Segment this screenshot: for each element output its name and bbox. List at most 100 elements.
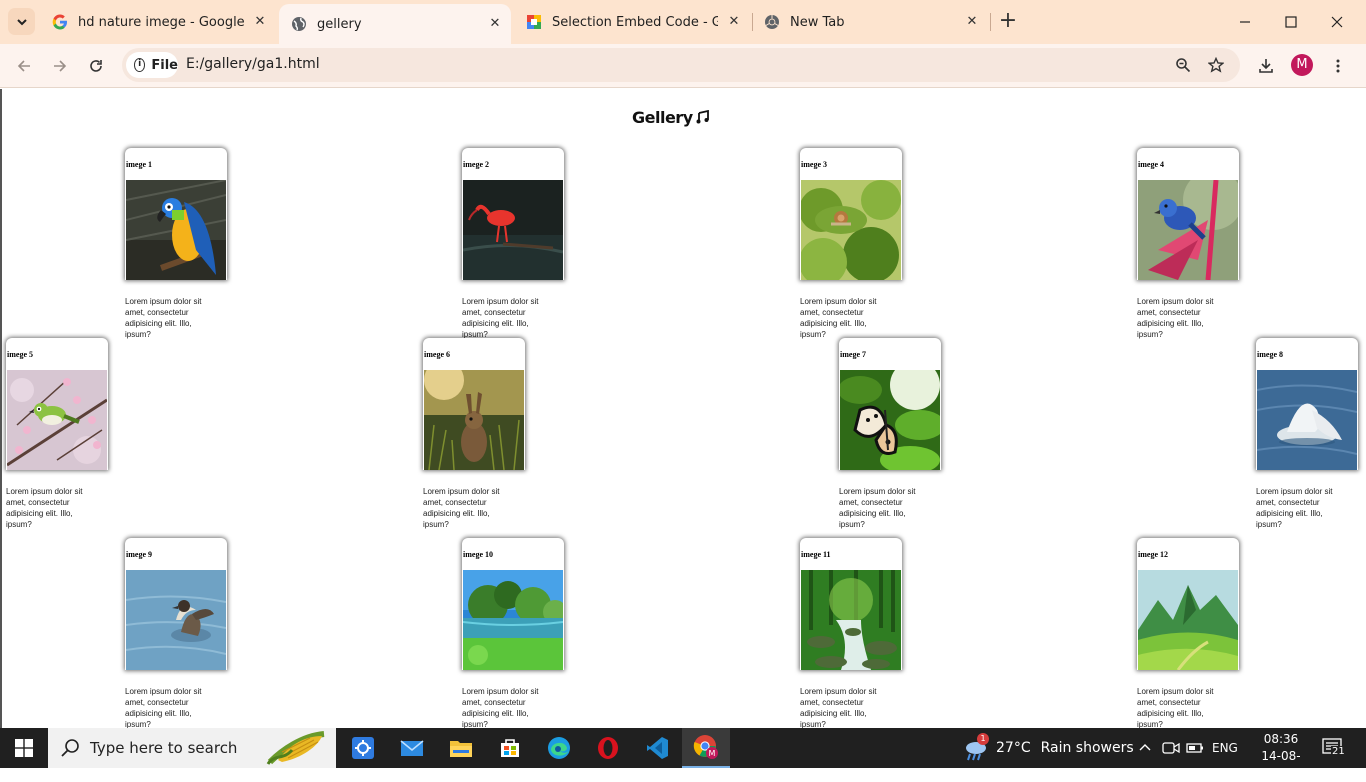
tray-meet-button[interactable] [1162, 728, 1180, 768]
tab-search-button[interactable] [8, 8, 35, 35]
google-g-icon [52, 14, 67, 30]
card-frame: imege 12 [1137, 538, 1239, 670]
url-text[interactable]: E:/gallery/ga1.html [186, 56, 320, 72]
card-caption: imege 6 [424, 350, 450, 359]
forward-button[interactable] [46, 52, 74, 80]
card-description: Lorem ipsum dolor sit amet, consectetur … [1256, 487, 1333, 529]
chevron-down-icon [16, 18, 27, 25]
taskbar-app-file-explorer[interactable] [437, 728, 485, 768]
magnifier-icon [1176, 58, 1191, 73]
taskbar-app-chrome[interactable]: M [682, 728, 730, 768]
gallery-card: imege 10 Lorem ipsum dolor sit amet, cons… [462, 538, 564, 728]
card-frame: imege 9 [125, 538, 227, 670]
card-caption: imege 11 [801, 550, 831, 559]
taskbar-search-box[interactable]: Type here to search [48, 728, 336, 768]
tray-language[interactable]: ENG [1212, 728, 1238, 768]
file-explorer-icon [450, 741, 472, 757]
profile-avatar[interactable]: M [1291, 54, 1313, 76]
taskbar-app-vscode[interactable] [633, 728, 681, 768]
reload-button[interactable] [82, 52, 110, 80]
arrow-left-icon [17, 60, 30, 72]
site-info-chip[interactable]: i File [126, 52, 178, 78]
tab-strip: hd nature imege - Google Sear ✕ gellery … [0, 0, 1366, 44]
card-description: Lorem ipsum dolor sit amet, consectetur … [839, 487, 916, 529]
card-image-rabbit [424, 360, 524, 470]
close-icon[interactable]: ✕ [252, 14, 268, 30]
card-description: Lorem ipsum dolor sit amet, consectetur … [1137, 687, 1214, 728]
google-workspace-icon [527, 15, 541, 29]
menu-button[interactable] [1324, 52, 1352, 80]
clock-time: 08:36 [1263, 732, 1299, 746]
card-image-bluebird [1138, 170, 1239, 280]
minimize-button[interactable] [1222, 0, 1268, 44]
card-frame: imege 7 [839, 338, 941, 470]
notification-center-button[interactable]: 21 [1322, 738, 1346, 758]
maximize-icon [1285, 16, 1297, 28]
close-icon[interactable]: ✕ [487, 16, 503, 32]
zoom-button[interactable] [1172, 54, 1194, 76]
download-icon [1259, 59, 1273, 73]
card-description: Lorem ipsum dolor sit amet, consectetur … [125, 297, 202, 339]
close-icon[interactable]: ✕ [964, 14, 980, 30]
tab-google-search[interactable]: hd nature imege - Google Sear ✕ [40, 2, 276, 42]
weather-widget[interactable]: 1 27°C Rain showers [962, 728, 1134, 768]
tray-overflow-button[interactable] [1138, 728, 1152, 768]
store-icon [501, 739, 519, 757]
gallery-card: imege 11 Lorem ipsum dolor sit amet, cons… [800, 538, 902, 728]
gallery-card: imege 3 Lorem ipsum dolor sit amet, conse… [800, 148, 902, 340]
card-description: Lorem ipsum dolor sit amet, consectetur … [1137, 297, 1214, 339]
tab-title: Selection Embed Code - Googl [552, 14, 718, 30]
card-frame: imege 2 [462, 148, 564, 280]
maximize-button[interactable] [1268, 0, 1314, 44]
card-caption: imege 3 [801, 160, 827, 169]
close-icon[interactable]: ✕ [726, 14, 742, 30]
minimize-icon [1240, 21, 1250, 23]
tab-selection-embed[interactable]: Selection Embed Code - Googl ✕ [514, 2, 750, 42]
globe-icon [292, 17, 306, 31]
chrome-icon: M [693, 735, 718, 759]
card-image-parrot [125, 179, 227, 280]
site-info-label: File [151, 57, 178, 73]
windows-logo-icon [15, 739, 33, 757]
tray-battery[interactable] [1186, 728, 1204, 768]
tab-title: New Tab [790, 14, 845, 30]
weather-icon-wrap: 1 [962, 733, 990, 762]
taskbar-app-edge[interactable] [535, 728, 583, 768]
card-caption: imege 10 [463, 550, 493, 559]
card-caption: imege 8 [1257, 350, 1283, 359]
address-bar[interactable]: i File E:/gallery/ga1.html [122, 48, 1240, 82]
web-page: Gellery imege 1 Lorem ipsum dolor sit ame… [0, 89, 1366, 728]
window-close-button[interactable] [1314, 0, 1360, 44]
star-icon [1208, 57, 1224, 73]
new-tab-button[interactable]: + [996, 10, 1020, 34]
card-image-stream [801, 570, 901, 670]
taskbar-app-opera[interactable] [584, 728, 632, 768]
card-image-snail [800, 180, 901, 280]
card-image-valley [1138, 570, 1238, 670]
card-caption: imege 9 [126, 550, 152, 559]
close-icon [1331, 16, 1343, 28]
bookmark-button[interactable] [1205, 54, 1227, 76]
chrome-icon [765, 15, 779, 29]
taskbar-app-mail[interactable] [388, 728, 436, 768]
taskbar-app-control-panel[interactable] [339, 728, 387, 768]
tab-title: gellery [317, 16, 362, 32]
card-frame: imege 5 [6, 338, 108, 470]
card-caption: imege 1 [126, 160, 152, 169]
card-frame: imege 10 [462, 538, 564, 670]
weather-description: Rain showers [1040, 740, 1134, 756]
opera-icon [598, 737, 618, 759]
vscode-icon [647, 737, 668, 759]
downloads-button[interactable] [1252, 52, 1280, 80]
tab-gellery[interactable]: gellery ✕ [279, 4, 511, 44]
kebab-menu-icon [1336, 59, 1340, 73]
tab-new-tab[interactable]: New Tab ✕ [752, 2, 988, 42]
card-frame: imege 3 [800, 148, 902, 280]
gallery-card: imege 12 Lorem ipsum dolor sit amet, cons… [1137, 538, 1239, 728]
start-button[interactable] [0, 728, 48, 768]
taskbar-app-store[interactable] [486, 728, 534, 768]
back-button[interactable] [10, 52, 38, 80]
tray-clock[interactable]: 08:36 14-08-2024 [1250, 731, 1312, 782]
tab-title: hd nature imege - Google Sear [78, 14, 244, 30]
card-image-duck [125, 570, 227, 670]
